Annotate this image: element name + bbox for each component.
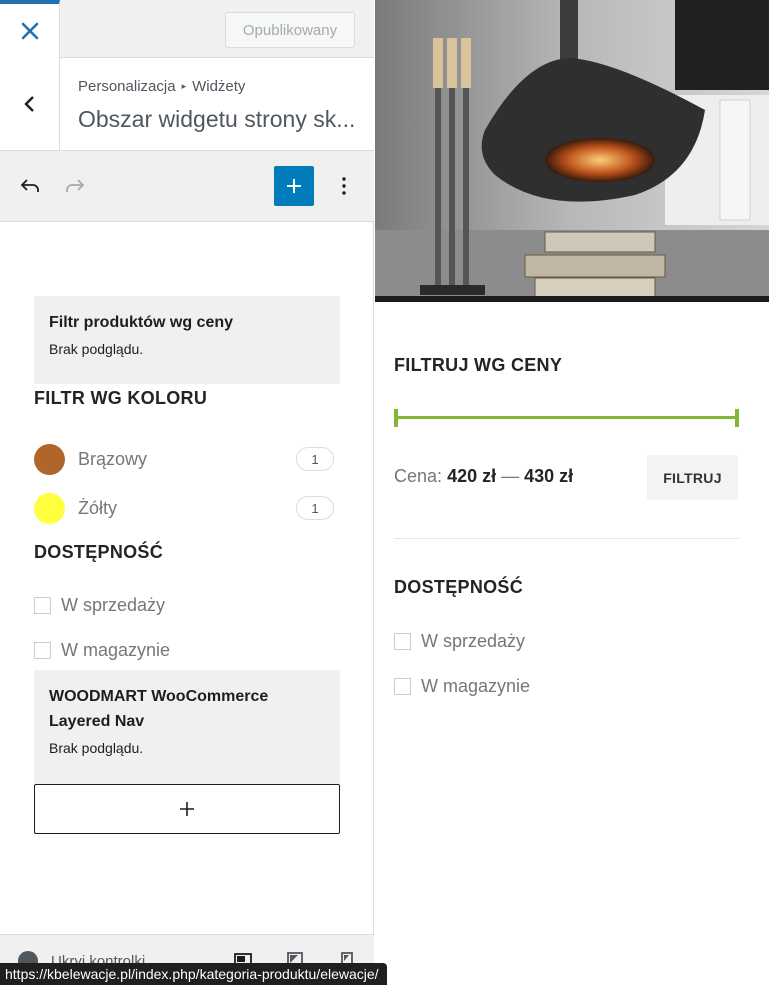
availability-option-on-sale[interactable]: W sprzedaży [34,595,165,616]
availability-option-in-stock[interactable]: W magazynie [34,640,170,661]
hero-image-fireplace [375,0,769,302]
count-badge: 1 [296,447,334,471]
close-customizer-button[interactable] [0,0,60,58]
checkbox[interactable] [34,642,51,659]
chevron-left-icon [23,96,34,112]
breadcrumb-current: Widżety [192,78,246,95]
placeholder-subtitle: Brak podglądu. [49,740,144,756]
price-range-slider[interactable] [394,409,739,427]
layered-nav-placeholder-block[interactable]: WOODMART WooCommerce Layered Nav Brak po… [34,670,340,784]
customizer-header: Opublikowany [0,0,374,58]
add-block-button[interactable] [274,166,314,206]
color-filter-item-brown[interactable]: Brązowy 1 [34,442,334,476]
price-range-readout: Cena: 420 zł — 430 zł [394,466,573,487]
site-preview: FILTRUJ WG CENY Cena: 420 zł — 430 zł FI… [375,0,769,985]
undo-icon[interactable] [17,173,43,199]
availability-option-in-stock[interactable]: W magazynie [394,676,530,697]
color-swatch-brown [34,443,65,475]
plus-icon [180,802,194,816]
count-badge: 1 [296,496,334,520]
checkbox[interactable] [394,633,411,650]
color-swatch-yellow [34,492,65,524]
back-button[interactable] [0,58,60,150]
block-appender-button[interactable] [34,784,340,834]
checkbox[interactable] [34,597,51,614]
section-header: Personalizacja ▸ Widżety Obszar widgetu st… [0,58,374,151]
price-filter-heading: FILTRUJ WG CENY [394,355,563,375]
publish-button[interactable]: Opublikowany [225,12,355,48]
slider-track [394,416,739,419]
slider-handle-min[interactable] [394,409,398,427]
checkbox[interactable] [394,678,411,695]
slider-handle-max[interactable] [735,409,739,427]
color-label: Brązowy [78,448,148,469]
status-bar-url: https://kbelewacje.pl/index.php/kategori… [0,963,387,985]
availability-option-on-sale[interactable]: W sprzedaży [394,631,525,652]
placeholder-title: WOODMART WooCommerce Layered Nav [49,688,269,730]
placeholder-subtitle: Brak podglądu. [49,341,144,357]
checkbox-label: W sprzedaży [421,631,526,651]
availability-heading: DOSTĘPNOŚĆ [394,577,524,597]
price-filter-placeholder-block[interactable]: Filtr produktów wg ceny Brak podglądu. [34,296,340,384]
max-price: 430 zł [524,466,574,486]
widget-editor-canvas: Filtr produktów wg ceny Brak podglądu. F… [0,222,374,934]
plus-icon [287,179,301,193]
widget-divider [394,538,739,539]
breadcrumb-separator: ▸ [181,81,187,91]
color-filter-heading: FILTR WG KOLORU [34,388,208,408]
more-options-icon[interactable] [331,173,357,199]
min-price: 420 zł [447,466,497,486]
block-editor-toolbar [0,151,374,222]
section-title: Obszar widgetu strony sk... [78,106,356,132]
checkbox-label: W magazynie [61,640,171,660]
breadcrumb-root: Personalizacja [78,78,176,95]
color-label: Żółty [78,497,118,518]
color-filter-item-yellow[interactable]: Żółty 1 [34,491,334,525]
customizer-panel: Opublikowany Personalizacja ▸ Widżety Obsz… [0,0,374,985]
checkbox-label: W sprzedaży [61,595,166,615]
placeholder-title: Filtr produktów wg ceny [49,314,234,331]
breadcrumb: Personalizacja ▸ Widżety [78,78,245,95]
checkbox-label: W magazynie [421,676,531,696]
price-prefix: Cena: [394,466,443,486]
redo-icon[interactable] [62,173,88,199]
availability-heading: DOSTĘPNOŚĆ [34,542,164,562]
price-dash: — [501,466,520,486]
filter-button[interactable]: FILTRUJ [647,455,738,500]
close-icon [21,22,38,40]
